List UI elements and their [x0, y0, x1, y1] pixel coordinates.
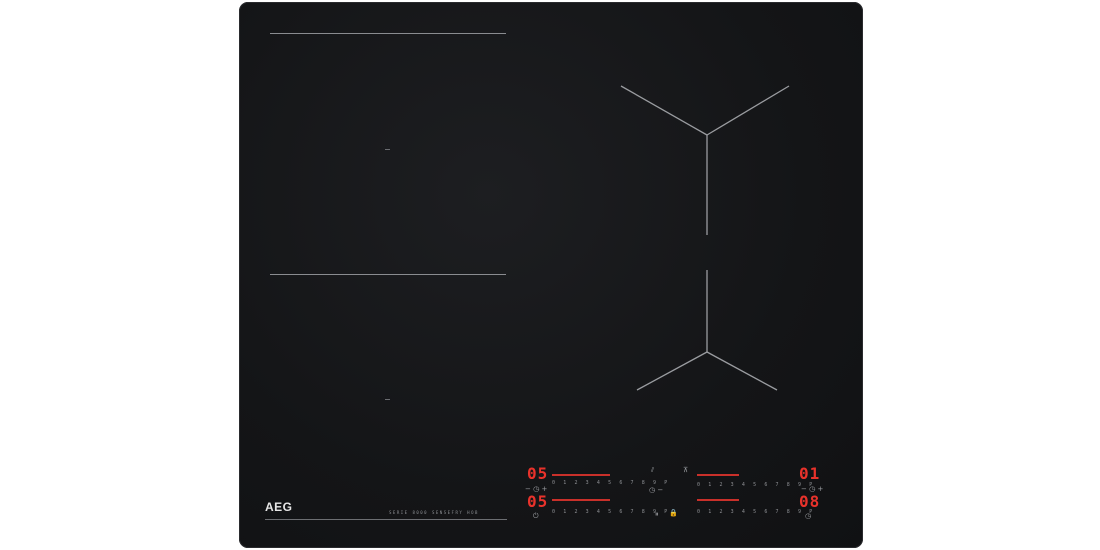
- pause-icon[interactable]: ⏸: [655, 510, 659, 518]
- center-controls-middle[interactable]: ◷ −: [649, 486, 663, 494]
- front-left-power-display: 05: [527, 492, 549, 511]
- rear-left-power-display: 05: [527, 464, 549, 483]
- hob2hood-button[interactable]: ⊼: [683, 466, 688, 474]
- pause-button[interactable]: ⏸: [655, 510, 659, 519]
- power-button[interactable]: ⏻: [533, 512, 539, 521]
- aeg-logo: AEG: [265, 500, 293, 514]
- front-right-clock-button[interactable]: ◷: [805, 512, 811, 520]
- lock-button[interactable]: 🔒: [669, 509, 678, 517]
- rear-right-power-slider[interactable]: 0 1 2 3 4 5 6 7 8 9 P: [697, 482, 815, 488]
- right-zone-markings: [620, 85, 790, 391]
- power-icon[interactable]: ⏻: [533, 512, 539, 520]
- rear-left-power-bar: [552, 474, 610, 476]
- front-left-power-bar: [552, 499, 610, 501]
- rear-right-power-bar: [697, 474, 739, 476]
- rear-right-zone-line-left: [620, 85, 708, 136]
- rear-right-zone-line-right: [706, 85, 790, 136]
- front-right-zone-line-left: [636, 351, 708, 391]
- induction-hob-glass: 05 0 1 2 3 4 5 6 7 8 9 P − ◷ + 05 0 1 2 …: [239, 2, 863, 548]
- hob2hood-icon[interactable]: ⊼: [683, 466, 688, 474]
- rear-right-power-display: 01: [799, 464, 821, 483]
- center-controls-top[interactable]: ⫽: [651, 466, 654, 475]
- lock-icon[interactable]: 🔒: [669, 509, 678, 517]
- clock-icon[interactable]: ◷: [805, 512, 811, 520]
- front-right-power-bar: [697, 499, 739, 501]
- model-label: SERIE 8000 SENSEFRY HOB: [389, 510, 479, 515]
- bridge-icon[interactable]: ⫽: [651, 466, 654, 474]
- timer-minus-icon[interactable]: −: [657, 486, 663, 494]
- front-left-power-slider[interactable]: 0 1 2 3 4 5 6 7 8 9 P: [552, 509, 670, 515]
- clock-icon[interactable]: ◷: [649, 486, 655, 494]
- front-right-zone-line-right: [706, 351, 778, 391]
- brand-underline: [265, 519, 507, 520]
- front-right-power-display: 08: [799, 492, 821, 511]
- front-right-power-slider[interactable]: 0 1 2 3 4 5 6 7 8 9 P: [697, 509, 815, 515]
